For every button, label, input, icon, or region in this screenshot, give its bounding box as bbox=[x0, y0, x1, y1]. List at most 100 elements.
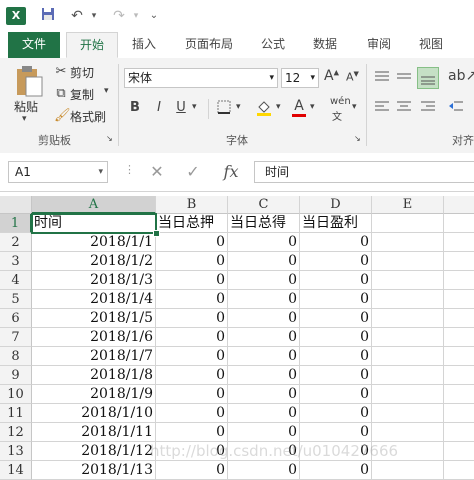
row-header[interactable]: 5 bbox=[0, 290, 32, 309]
confirm-entry-icon[interactable]: ✓ bbox=[182, 161, 204, 183]
cell-d7[interactable]: 0 bbox=[300, 328, 372, 347]
row-header[interactable]: 4 bbox=[0, 271, 32, 290]
cell-e1[interactable] bbox=[372, 214, 444, 233]
cell-a6[interactable]: 2018/1/5 bbox=[32, 309, 156, 328]
cell-e9[interactable] bbox=[372, 366, 444, 385]
cell-d12[interactable]: 0 bbox=[300, 423, 372, 442]
cell-d1[interactable]: 当日盈利 bbox=[300, 214, 372, 233]
cell-e4[interactable] bbox=[372, 271, 444, 290]
align-top-icon[interactable] bbox=[374, 70, 392, 86]
cell-a14[interactable]: 2018/1/13 bbox=[32, 461, 156, 480]
cell-a3[interactable]: 2018/1/2 bbox=[32, 252, 156, 271]
column-header-e[interactable]: E bbox=[372, 196, 444, 214]
bold-button[interactable]: B bbox=[126, 100, 144, 115]
row-header[interactable]: 9 bbox=[0, 366, 32, 385]
align-middle-icon[interactable] bbox=[396, 70, 414, 86]
cell-e2[interactable] bbox=[372, 233, 444, 252]
cell-c12[interactable]: 0 bbox=[228, 423, 300, 442]
cell-d2[interactable]: 0 bbox=[300, 233, 372, 252]
cell-f2[interactable] bbox=[444, 233, 474, 252]
row-header[interactable]: 6 bbox=[0, 309, 32, 328]
row-header[interactable]: 12 bbox=[0, 423, 32, 442]
cell-d9[interactable]: 0 bbox=[300, 366, 372, 385]
tab-page-layout[interactable]: 页面布局 bbox=[174, 32, 244, 58]
font-size-combo[interactable]: 12 ▾ bbox=[281, 68, 319, 88]
cell-f7[interactable] bbox=[444, 328, 474, 347]
row-header[interactable]: 14 bbox=[0, 461, 32, 480]
font-color-dropdown-icon[interactable]: ▾ bbox=[310, 102, 315, 112]
row-header[interactable]: 2 bbox=[0, 233, 32, 252]
borders-icon[interactable] bbox=[214, 100, 234, 118]
underline-dropdown-icon[interactable]: ▾ bbox=[192, 102, 197, 112]
tab-data[interactable]: 数据 bbox=[302, 32, 348, 58]
customize-qat-icon[interactable]: ⌄ bbox=[148, 7, 160, 25]
cell-a7[interactable]: 2018/1/6 bbox=[32, 328, 156, 347]
font-name-combo[interactable]: 宋体 ▾ bbox=[124, 68, 278, 88]
cell-b4[interactable]: 0 bbox=[156, 271, 228, 290]
cell-f9[interactable] bbox=[444, 366, 474, 385]
row-header[interactable]: 3 bbox=[0, 252, 32, 271]
cell-c5[interactable]: 0 bbox=[228, 290, 300, 309]
formula-bar-handle-icon[interactable]: ⋮ bbox=[124, 163, 135, 176]
cell-e7[interactable] bbox=[372, 328, 444, 347]
borders-dropdown-icon[interactable]: ▾ bbox=[236, 102, 241, 112]
cell-b2[interactable]: 0 bbox=[156, 233, 228, 252]
select-all-corner[interactable] bbox=[0, 196, 32, 214]
redo-icon[interactable]: ↷ bbox=[110, 7, 128, 25]
cell-b3[interactable]: 0 bbox=[156, 252, 228, 271]
cell-f14[interactable] bbox=[444, 461, 474, 480]
cell-a5[interactable]: 2018/1/4 bbox=[32, 290, 156, 309]
cell-b11[interactable]: 0 bbox=[156, 404, 228, 423]
cell-f13[interactable] bbox=[444, 442, 474, 461]
cell-f10[interactable] bbox=[444, 385, 474, 404]
cell-f1[interactable] bbox=[444, 214, 474, 233]
cell-d3[interactable]: 0 bbox=[300, 252, 372, 271]
shrink-font-button[interactable]: A▼ bbox=[346, 70, 359, 84]
cell-d4[interactable]: 0 bbox=[300, 271, 372, 290]
cell-e10[interactable] bbox=[372, 385, 444, 404]
cell-c6[interactable]: 0 bbox=[228, 309, 300, 328]
column-header-a[interactable]: A bbox=[32, 196, 156, 214]
cell-d11[interactable]: 0 bbox=[300, 404, 372, 423]
cell-a12[interactable]: 2018/1/11 bbox=[32, 423, 156, 442]
cell-c14[interactable]: 0 bbox=[228, 461, 300, 480]
cell-a4[interactable]: 2018/1/3 bbox=[32, 271, 156, 290]
cell-e8[interactable] bbox=[372, 347, 444, 366]
cell-e6[interactable] bbox=[372, 309, 444, 328]
cell-a8[interactable]: 2018/1/7 bbox=[32, 347, 156, 366]
copy-button[interactable]: 复制 bbox=[70, 86, 94, 103]
cell-f6[interactable] bbox=[444, 309, 474, 328]
cancel-entry-icon[interactable]: ✕ bbox=[146, 161, 168, 183]
redo-dropdown-icon[interactable]: ▾ bbox=[130, 7, 142, 25]
cell-e14[interactable] bbox=[372, 461, 444, 480]
tab-insert[interactable]: 插入 bbox=[122, 32, 166, 58]
cut-button[interactable]: 剪切 bbox=[70, 64, 94, 81]
clipboard-launcher-icon[interactable]: ↘ bbox=[106, 134, 113, 143]
tab-view[interactable]: 视图 bbox=[408, 32, 454, 58]
copy-dropdown-icon[interactable]: ▾ bbox=[104, 86, 109, 96]
row-header[interactable]: 10 bbox=[0, 385, 32, 404]
cell-b1[interactable]: 当日总押 bbox=[156, 214, 228, 233]
cell-a1[interactable]: 时间 bbox=[32, 214, 156, 233]
undo-icon[interactable]: ↶ bbox=[68, 7, 86, 25]
cell-c2[interactable]: 0 bbox=[228, 233, 300, 252]
cell-d10[interactable]: 0 bbox=[300, 385, 372, 404]
italic-button[interactable]: I bbox=[150, 100, 168, 115]
cell-a10[interactable]: 2018/1/9 bbox=[32, 385, 156, 404]
formula-input[interactable]: 时间 bbox=[254, 161, 474, 183]
tab-file[interactable]: 文件 bbox=[8, 32, 60, 58]
cell-e12[interactable] bbox=[372, 423, 444, 442]
grow-font-button[interactable]: A▲ bbox=[324, 68, 339, 84]
tab-home[interactable]: 开始 bbox=[66, 32, 118, 58]
cell-b10[interactable]: 0 bbox=[156, 385, 228, 404]
cell-f12[interactable] bbox=[444, 423, 474, 442]
tab-formulas[interactable]: 公式 bbox=[250, 32, 296, 58]
decrease-indent-icon[interactable] bbox=[448, 100, 466, 116]
cell-c10[interactable]: 0 bbox=[228, 385, 300, 404]
cell-f3[interactable] bbox=[444, 252, 474, 271]
align-bottom-icon[interactable] bbox=[417, 67, 439, 89]
phonetic-dropdown-icon[interactable]: ▾ bbox=[352, 102, 357, 112]
font-launcher-icon[interactable]: ↘ bbox=[354, 134, 361, 143]
cell-d6[interactable]: 0 bbox=[300, 309, 372, 328]
cell-c7[interactable]: 0 bbox=[228, 328, 300, 347]
